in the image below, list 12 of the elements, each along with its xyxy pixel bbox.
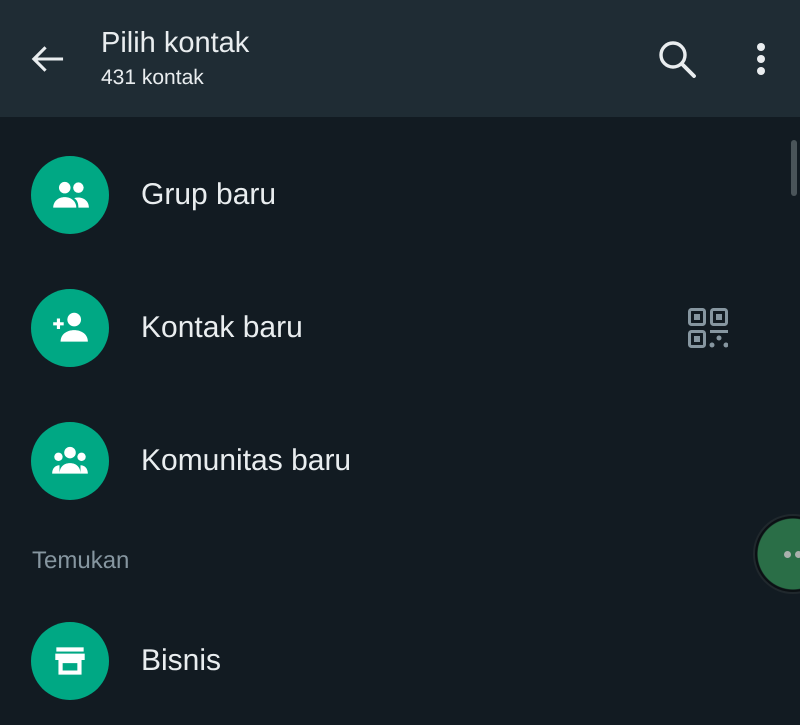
- back-arrow-icon[interactable]: [30, 44, 65, 74]
- more-options-icon[interactable]: [756, 42, 766, 74]
- contact-count: 431 kontak: [101, 65, 204, 91]
- screen-title: Pilih kontak: [101, 26, 250, 60]
- menu-item-label[interactable]: Bisnis: [141, 644, 222, 678]
- menu-item-label[interactable]: Komunitas baru: [141, 444, 352, 478]
- qr-code-icon[interactable]: [688, 308, 728, 348]
- scrollbar-thumb[interactable]: [791, 140, 797, 196]
- menu-item-label[interactable]: Grup baru: [141, 178, 276, 212]
- section-heading: Temukan: [32, 546, 130, 574]
- menu-item-label[interactable]: Kontak baru: [141, 310, 303, 344]
- search-icon[interactable]: [658, 40, 696, 78]
